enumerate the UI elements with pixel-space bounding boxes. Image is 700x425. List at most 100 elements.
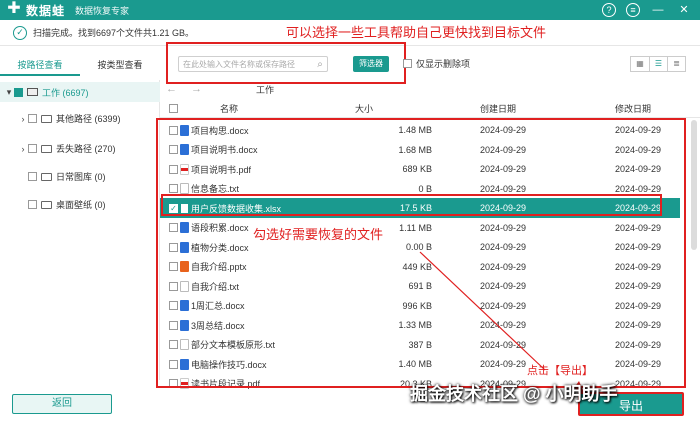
row-checkbox[interactable] xyxy=(169,301,178,310)
table-row[interactable]: 部分文本模板原形.txt 387 B 2024-09-29 2024-09-29 xyxy=(160,335,680,355)
menu-icon[interactable]: ≡ xyxy=(626,3,640,17)
tree-checkbox[interactable] xyxy=(28,172,37,181)
row-checkbox[interactable] xyxy=(169,145,178,154)
file-size: 691 B xyxy=(408,281,432,291)
row-checkbox[interactable] xyxy=(169,184,178,193)
view-tabs: 按路径查看 按类型查看 xyxy=(0,56,160,76)
breadcrumb[interactable]: 工作 xyxy=(256,83,274,96)
close-icon[interactable]: ✕ xyxy=(676,2,692,18)
docx-file-icon xyxy=(180,144,189,155)
file-size: 0 B xyxy=(418,183,432,194)
tree-item-lost-paths[interactable]: › 丢失路径 (270) xyxy=(18,142,116,155)
table-row[interactable]: 信息备忘.txt 0 B 2024-09-29 2024-09-29 xyxy=(160,179,680,199)
chevron-right-icon[interactable]: › xyxy=(18,144,28,154)
file-size: 1.33 MB xyxy=(398,320,432,330)
txt-file-icon xyxy=(180,183,189,194)
tree-checkbox[interactable] xyxy=(28,200,37,209)
search-input[interactable]: 在此处输入文件名称或保存路径 ⌕ xyxy=(178,56,328,72)
column-header-name[interactable]: 名称 xyxy=(220,102,238,115)
window-controls: ? ≡ — ✕ xyxy=(602,2,692,18)
table-row[interactable]: 1周汇总.docx 996 KB 2024-09-29 2024-09-29 xyxy=(160,296,680,316)
folder-icon xyxy=(41,200,52,209)
help-icon[interactable]: ? xyxy=(602,3,616,17)
row-checkbox[interactable] xyxy=(169,359,178,369)
check-circle-icon: ✓ xyxy=(13,25,27,40)
table-row[interactable]: 语段积累.docx 1.11 MB 2024-09-29 2024-09-29 xyxy=(160,218,680,238)
folder-icon xyxy=(41,114,52,123)
scrollbar-thumb[interactable] xyxy=(691,120,697,250)
tree-checkbox[interactable] xyxy=(28,114,37,123)
file-modified-date: 2024-09-29 xyxy=(615,242,662,252)
navigation-bar: ← → 工作 xyxy=(166,82,700,96)
detail-view-icon[interactable]: ≣ xyxy=(667,57,685,71)
row-checkbox[interactable] xyxy=(169,125,178,135)
row-checkbox[interactable] xyxy=(169,242,178,252)
pptx-file-icon xyxy=(180,261,189,272)
file-modified-date: 2024-09-29 xyxy=(615,281,662,291)
row-checkbox[interactable] xyxy=(169,320,178,330)
row-checkbox[interactable] xyxy=(169,281,178,291)
file-name: 语段积累.docx xyxy=(191,223,249,233)
minimize-icon[interactable]: — xyxy=(650,2,666,18)
tab-by-type[interactable]: 按类型查看 xyxy=(80,56,160,76)
file-created-date: 2024-09-29 xyxy=(480,144,527,155)
tree-item-work[interactable]: ▾ 工作 (6697) xyxy=(0,82,160,102)
column-header-modified[interactable]: 修改日期 xyxy=(615,102,651,115)
tree-item-wallpaper[interactable]: 桌面壁纸 (0) xyxy=(18,198,106,211)
tree-item-daily-gallery[interactable]: 日常图库 (0) xyxy=(18,170,106,183)
file-size: 996 KB xyxy=(402,300,432,311)
back-button[interactable]: 返回 xyxy=(12,394,112,414)
file-size: 0.00 B xyxy=(405,242,432,252)
row-checkbox[interactable] xyxy=(169,223,178,232)
row-checkbox[interactable] xyxy=(169,164,178,174)
file-name: 项目说明书.docx xyxy=(191,145,258,155)
forward-arrow-icon[interactable]: → xyxy=(191,83,202,95)
table-row[interactable]: 项目说明书.docx 1.68 MB 2024-09-29 2024-09-29 xyxy=(160,140,680,160)
column-header-created[interactable]: 创建日期 xyxy=(480,102,516,115)
folder-tree: ▾ 工作 (6697) › 其他路径 (6399) › 丢失路径 (270) 日… xyxy=(0,80,160,380)
file-name: 用户反馈数据收集.xlsx xyxy=(191,203,282,214)
table-row[interactable]: 自我介绍.txt 691 B 2024-09-29 2024-09-29 xyxy=(160,276,680,296)
file-modified-date: 2024-09-29 xyxy=(615,164,662,174)
row-checkbox[interactable]: ✓ xyxy=(169,203,178,213)
chevron-right-icon[interactable]: › xyxy=(18,114,28,124)
grid-view-icon[interactable]: ▦ xyxy=(631,57,649,71)
show-deleted-checkbox[interactable] xyxy=(403,59,412,68)
table-row[interactable]: ✓ 用户反馈数据收集.xlsx 17.5 KB 2024-09-29 2024-09-2… xyxy=(160,198,680,218)
file-name: 项目说明书.pdf xyxy=(191,164,252,175)
file-name: 自我介绍.pptx xyxy=(191,262,247,272)
tab-by-path[interactable]: 按路径查看 xyxy=(0,56,80,76)
file-created-date: 2024-09-29 xyxy=(480,359,527,369)
tree-checkbox[interactable] xyxy=(14,87,23,97)
file-size: 1.40 MB xyxy=(398,359,432,369)
chevron-down-icon[interactable]: ▾ xyxy=(4,87,14,98)
table-row[interactable]: 电脑操作技巧.docx 1.40 MB 2024-09-29 2024-09-29 xyxy=(160,354,680,374)
file-size: 449 KB xyxy=(402,261,432,272)
folder-icon xyxy=(41,172,52,181)
show-deleted-label: 仅显示删除项 xyxy=(416,59,471,69)
row-checkbox[interactable] xyxy=(169,340,178,349)
filter-button[interactable]: 筛选器 xyxy=(353,56,389,72)
table-row[interactable]: 3周总结.docx 1.33 MB 2024-09-29 2024-09-29 xyxy=(160,315,680,335)
table-row[interactable]: 项目说明书.pdf 689 KB 2024-09-29 2024-09-29 xyxy=(160,159,680,179)
app-logo-icon: ✚ xyxy=(7,0,21,17)
table-row[interactable]: 自我介绍.pptx 449 KB 2024-09-29 2024-09-29 xyxy=(160,257,680,277)
back-arrow-icon[interactable]: ← xyxy=(166,83,177,95)
select-all-checkbox[interactable] xyxy=(169,104,178,113)
column-header-size[interactable]: 大小 xyxy=(355,102,373,115)
file-name: 植物分类.docx xyxy=(191,242,249,253)
row-checkbox[interactable] xyxy=(169,262,178,271)
file-modified-date: 2024-09-29 xyxy=(615,222,662,233)
show-deleted-option[interactable]: 仅显示删除项 xyxy=(403,57,470,70)
tree-checkbox[interactable] xyxy=(28,144,37,153)
file-name: 自我介绍.txt xyxy=(191,281,240,292)
table-row[interactable]: 植物分类.docx 0.00 B 2024-09-29 2024-09-29 xyxy=(160,237,680,257)
docx-file-icon xyxy=(180,222,189,233)
file-modified-date: 2024-09-29 xyxy=(615,144,662,155)
row-checkbox[interactable] xyxy=(169,379,178,388)
table-row[interactable]: 项目构思.docx 1.48 MB 2024-09-29 2024-09-29 xyxy=(160,120,680,140)
list-view-icon[interactable]: ☰ xyxy=(649,57,667,71)
file-created-date: 2024-09-29 xyxy=(480,320,527,330)
search-icon[interactable]: ⌕ xyxy=(313,59,327,70)
tree-item-other-paths[interactable]: › 其他路径 (6399) xyxy=(18,112,121,125)
